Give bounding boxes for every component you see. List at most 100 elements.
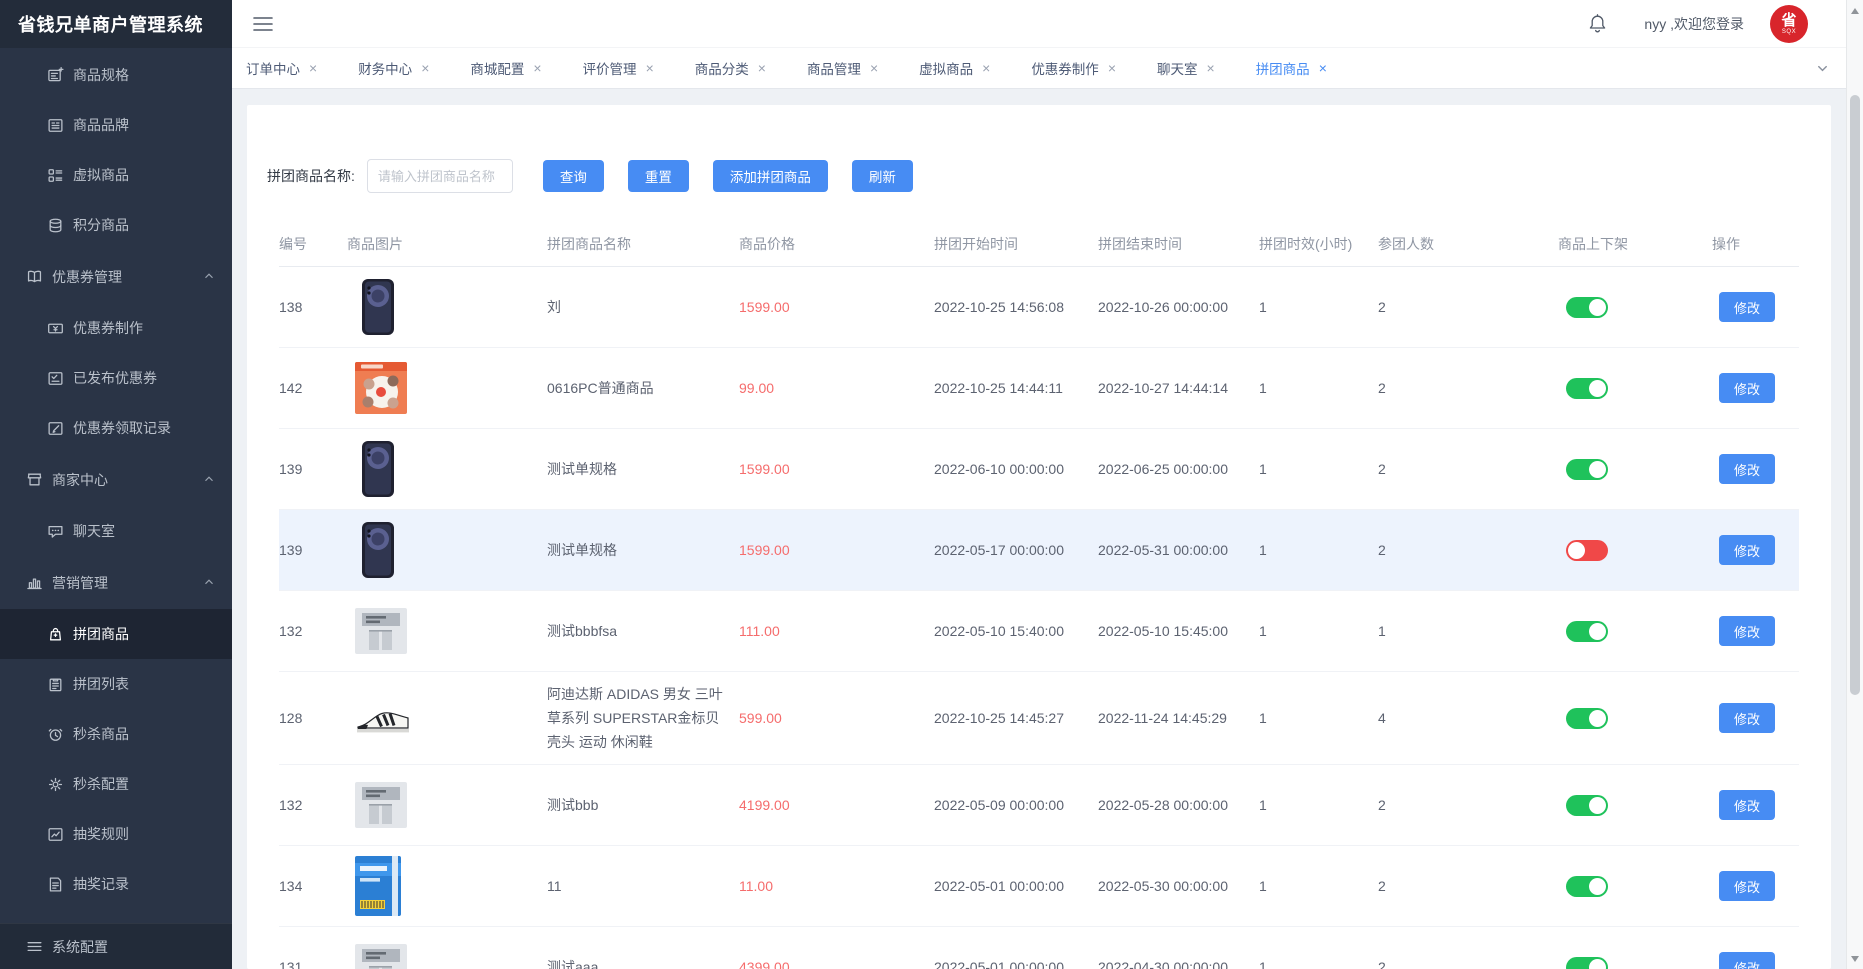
toggle-knob <box>1589 461 1606 478</box>
coupon-manage-icon <box>26 268 43 285</box>
scrollbar[interactable] <box>1846 0 1863 969</box>
cell-image <box>347 944 547 969</box>
column-header-8: 商品上下架 <box>1558 234 1712 254</box>
query-button[interactable]: 查询 <box>543 160 604 192</box>
filter-row: 拼团商品名称: 查询重置添加拼团商品刷新 <box>267 159 1799 193</box>
sidebar-item-label: 拼团商品 <box>73 624 129 644</box>
scroll-down-arrow[interactable] <box>1847 950 1863 967</box>
edit-button[interactable]: 修改 <box>1719 454 1775 484</box>
tab-item-1[interactable]: 财务中心× <box>358 58 429 78</box>
status-toggle[interactable] <box>1566 708 1608 729</box>
sidebar-item-group-product[interactable]: 拼团商品 <box>0 609 232 659</box>
sidebar-item-merchant-center[interactable]: 商家中心 <box>0 453 232 506</box>
close-icon[interactable]: × <box>758 61 766 75</box>
sidebar-item-product-spec[interactable]: 商品规格 <box>0 50 232 100</box>
tab-item-5[interactable]: 商品管理× <box>807 58 878 78</box>
sidebar-item-coupon-make[interactable]: 优惠券制作 <box>0 303 232 353</box>
start-time: 2022-06-10 00:00:00 <box>934 461 1098 477</box>
tab-item-7[interactable]: 优惠券制作× <box>1031 58 1116 78</box>
status-toggle[interactable] <box>1566 540 1608 561</box>
sidebar-item-system-config[interactable]: 系统配置 <box>0 923 232 969</box>
reset-button[interactable]: 重置 <box>628 160 689 192</box>
edit-button[interactable]: 修改 <box>1719 790 1775 820</box>
status-toggle[interactable] <box>1566 957 1608 969</box>
group-product-name-input[interactable] <box>367 159 513 193</box>
start-time: 2022-05-10 15:40:00 <box>934 623 1098 639</box>
tab-item-2[interactable]: 商城配置× <box>470 58 541 78</box>
tab-item-0[interactable]: 订单中心× <box>246 58 317 78</box>
menu-collapse-button[interactable] <box>252 14 274 34</box>
coupon-published-icon <box>47 370 64 387</box>
tab-dropdown-button[interactable] <box>1808 48 1836 88</box>
end-time: 2022-11-24 14:45:29 <box>1098 710 1259 726</box>
avatar[interactable]: 省 SQX <box>1770 5 1808 43</box>
edit-button[interactable]: 修改 <box>1719 952 1775 969</box>
lottery-record-icon <box>47 876 64 893</box>
edit-button[interactable]: 修改 <box>1719 616 1775 646</box>
tab-item-4[interactable]: 商品分类× <box>695 58 766 78</box>
sidebar-item-chat-room[interactable]: 聊天室 <box>0 506 232 556</box>
column-header-4: 拼团开始时间 <box>934 234 1098 254</box>
end-time: 2022-05-30 00:00:00 <box>1098 878 1259 894</box>
close-icon[interactable]: × <box>309 61 317 75</box>
edit-button[interactable]: 修改 <box>1719 373 1775 403</box>
edit-button[interactable]: 修改 <box>1719 535 1775 565</box>
column-header-1: 商品图片 <box>347 234 547 254</box>
close-icon[interactable]: × <box>1108 61 1116 75</box>
end-time: 2022-04-30 00:00:00 <box>1098 959 1259 969</box>
close-icon[interactable]: × <box>533 61 541 75</box>
tab-item-8[interactable]: 聊天室× <box>1157 58 1215 78</box>
tab-item-3[interactable]: 评价管理× <box>583 58 654 78</box>
toggle-knob <box>1589 380 1606 397</box>
edit-button[interactable]: 修改 <box>1719 871 1775 901</box>
start-time: 2022-05-09 00:00:00 <box>934 797 1098 813</box>
status-toggle[interactable] <box>1566 795 1608 816</box>
sidebar-item-marketing-manage[interactable]: 营销管理 <box>0 556 232 609</box>
refresh-button[interactable]: 刷新 <box>852 160 913 192</box>
close-icon[interactable]: × <box>982 61 990 75</box>
close-icon[interactable]: × <box>421 61 429 75</box>
status-toggle[interactable] <box>1566 876 1608 897</box>
scroll-up-arrow[interactable] <box>1847 2 1863 19</box>
close-icon[interactable]: × <box>1319 61 1327 75</box>
tab-item-9[interactable]: 拼团商品× <box>1256 58 1327 78</box>
sidebar-item-seckill-config[interactable]: 秒杀配置 <box>0 759 232 809</box>
duration-hours: 1 <box>1259 623 1378 639</box>
start-time: 2022-05-01 00:00:00 <box>934 878 1098 894</box>
product-image <box>355 856 547 916</box>
sidebar-item-virtual-product[interactable]: 虚拟商品 <box>0 150 232 200</box>
close-icon[interactable]: × <box>646 61 654 75</box>
edit-button[interactable]: 修改 <box>1719 703 1775 733</box>
add-group-product-button[interactable]: 添加拼团商品 <box>713 160 828 192</box>
close-icon[interactable]: × <box>1207 61 1215 75</box>
chevron-up-icon <box>202 472 216 488</box>
content-area: 拼团商品名称: 查询重置添加拼团商品刷新 编号商品图片拼团商品名称商品价格拼团开… <box>232 89 1846 969</box>
scrollbar-thumb[interactable] <box>1850 95 1860 695</box>
status-toggle[interactable] <box>1566 459 1608 480</box>
sidebar-item-group-list[interactable]: 拼团列表 <box>0 659 232 709</box>
status-toggle[interactable] <box>1566 297 1608 318</box>
cell-action: 修改 <box>1712 454 1799 484</box>
sidebar-item-lottery-record[interactable]: 抽奖记录 <box>0 859 232 909</box>
status-toggle[interactable] <box>1566 621 1608 642</box>
sidebar-item-points-product[interactable]: 积分商品 <box>0 200 232 250</box>
sidebar-item-seckill-product[interactable]: 秒杀商品 <box>0 709 232 759</box>
notification-bell-icon[interactable] <box>1587 13 1608 35</box>
cell-action: 修改 <box>1712 790 1799 820</box>
cell-id: 139 <box>279 461 347 477</box>
edit-button[interactable]: 修改 <box>1719 292 1775 322</box>
product-name: 测试单规格 <box>547 528 739 572</box>
cell-image <box>347 782 547 828</box>
coupon-make-icon <box>47 320 64 337</box>
points-product-icon <box>47 217 64 234</box>
sidebar: 省钱兄单商户管理系统 商品规格商品品牌虚拟商品积分商品优惠券管理优惠券制作已发布… <box>0 0 232 969</box>
sidebar-item-lottery-rule[interactable]: 抽奖规则 <box>0 809 232 859</box>
sidebar-item-coupon-manage[interactable]: 优惠券管理 <box>0 250 232 303</box>
toggle-knob <box>1589 710 1606 727</box>
status-toggle[interactable] <box>1566 378 1608 399</box>
tab-item-6[interactable]: 虚拟商品× <box>919 58 990 78</box>
close-icon[interactable]: × <box>870 61 878 75</box>
sidebar-item-product-brand[interactable]: 商品品牌 <box>0 100 232 150</box>
sidebar-item-coupon-record[interactable]: 优惠券领取记录 <box>0 403 232 453</box>
sidebar-item-coupon-published[interactable]: 已发布优惠券 <box>0 353 232 403</box>
